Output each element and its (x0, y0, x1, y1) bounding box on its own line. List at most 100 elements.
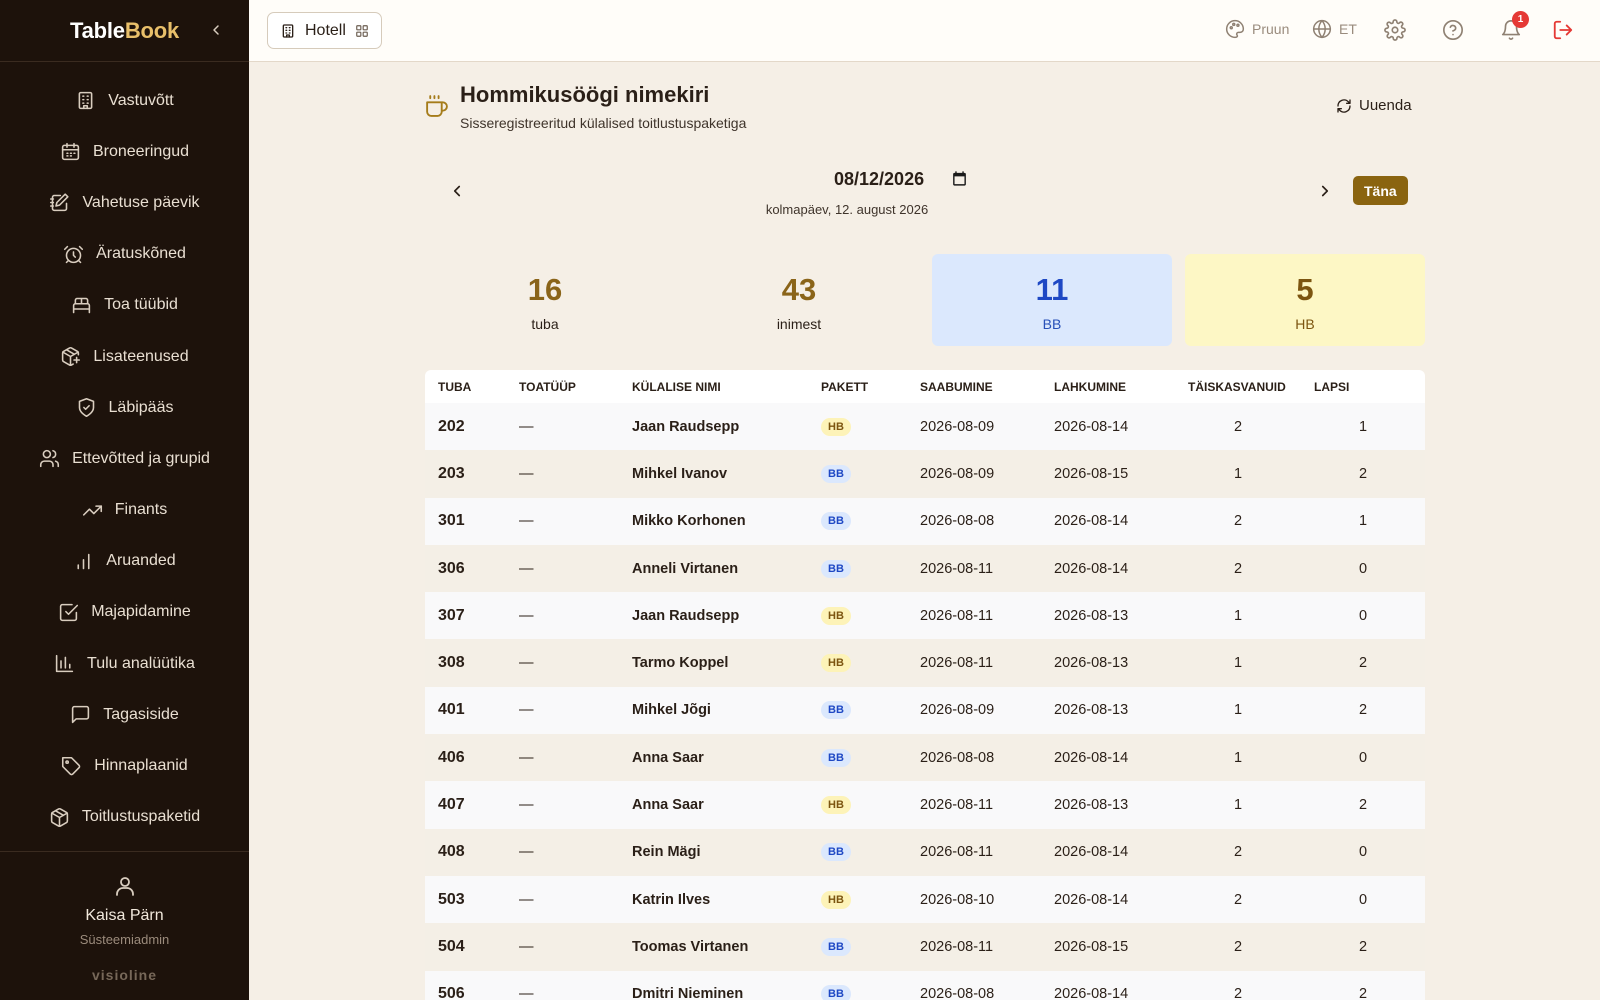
room-type: — (519, 655, 534, 672)
guest-name: Anna Saar (632, 749, 704, 766)
package-badge: BB (821, 701, 851, 720)
guest-name: Rein Mägi (632, 844, 701, 861)
children-count: 2 (1358, 465, 1368, 482)
room-type: — (519, 702, 534, 719)
adults-count: 1 (1233, 797, 1243, 814)
hotel-selector-button[interactable]: Hotell (267, 12, 382, 49)
sidebar-item-lisateenused[interactable]: Lisateenused (0, 331, 249, 382)
refresh-label: Uuenda (1359, 97, 1412, 114)
table-row[interactable]: 203 — Mihkel Ivanov BB 2026-08-09 2026-08-15 1… (425, 450, 1425, 498)
adults-count: 2 (1233, 986, 1243, 1000)
sidebar-item-broneeringud[interactable]: Broneeringud (0, 126, 249, 177)
sidebar-item-label: Hinnaplaanid (94, 757, 188, 775)
column-header-room-type[interactable]: Toatüüp (506, 370, 619, 403)
arrival-date: 2026-08-08 (920, 513, 995, 530)
room-number: 408 (438, 843, 465, 861)
table-row[interactable]: 308 — Tarmo Koppel HB 2026-08-11 2026-08-13 1 2 (425, 639, 1425, 687)
column-header-package[interactable]: Pakett (808, 370, 907, 403)
sidebar-item-label: Läbipääs (108, 398, 174, 416)
logout-button[interactable] (1552, 19, 1574, 41)
table-row[interactable]: 307 — Jaan Raudsepp HB 2026-08-11 2026-08-13 1… (425, 592, 1425, 640)
table-row[interactable]: 306 — Anneli Virtanen BB 2026-08-11 2026-08-1… (425, 544, 1425, 593)
brand-part2: Book (124, 18, 180, 43)
user-profile[interactable] (113, 874, 137, 903)
table-row[interactable]: 504 — Toomas Virtanen BB 2026-08-11 2026-08-1… (425, 923, 1425, 971)
room-number: 306 (438, 559, 465, 577)
room-type: — (519, 560, 534, 577)
sidebar-nav: Vastuvõtt Broneeringud Vahetuse päevik Ä… (0, 62, 249, 843)
bed-icon (72, 297, 91, 314)
help-button[interactable] (1442, 19, 1464, 41)
notification-badge: 1 (1512, 11, 1529, 28)
column-header-room[interactable]: Tuba (425, 370, 506, 403)
user-name: Kaisa Pärn (85, 907, 164, 924)
column-header-adults[interactable]: Täiskasvanuid (1175, 370, 1301, 403)
table-row[interactable]: 503 — Katrin Ilves HB 2026-08-10 2026-08-14 2 0 (425, 875, 1425, 924)
date-picker-button[interactable] (951, 170, 968, 192)
shield-check-icon (78, 398, 94, 418)
sidebar-item-label: Äratuskõned (96, 245, 186, 263)
table-row[interactable]: 202 — Jaan Raudsepp HB 2026-08-09 2026-08-14 2… (425, 403, 1425, 451)
previous-day-button[interactable] (448, 182, 468, 202)
brand-logo[interactable]: TableBook (70, 18, 179, 44)
language-selector[interactable]: ET (1312, 19, 1357, 39)
alarm-clock-icon (64, 245, 84, 263)
checkbox-icon (60, 603, 79, 622)
departure-date: 2026-08-14 (1054, 560, 1129, 577)
sidebar-item-ettevotted-ja-grupid[interactable]: Ettevõtted ja grupid (0, 433, 249, 484)
table-row[interactable]: 506 — Dmitri Nieminen BB 2026-08-08 2026-08-1… (425, 970, 1425, 1000)
date-input[interactable]: 08/12/2026 (834, 169, 924, 190)
stat-people: 43 inimest (679, 254, 919, 346)
sidebar-item-label: Tulu analüütika (87, 654, 195, 672)
chart-icon (55, 654, 74, 673)
refresh-button[interactable]: Uuenda (1336, 97, 1412, 114)
guest-name: Tarmo Koppel (632, 655, 729, 672)
sidebar-item-vastuvott[interactable]: Vastuvõtt (0, 75, 249, 126)
column-header-arrival[interactable]: Saabumine (907, 370, 1041, 403)
bar-chart-icon (77, 553, 90, 570)
room-number: 503 (438, 890, 465, 908)
sidebar-item-toa-tuubid[interactable]: Toa tüübid (0, 280, 249, 331)
guest-name: Anna Saar (632, 797, 704, 814)
table-row[interactable]: 401 — Mihkel Jõgi BB 2026-08-09 2026-08-13 1 2 (425, 686, 1425, 735)
sidebar-item-tulu-analuutika[interactable]: Tulu analüütika (0, 638, 249, 689)
arrival-date: 2026-08-09 (920, 418, 995, 435)
sidebar-item-label: Broneeringud (92, 142, 190, 160)
palette-icon (1225, 19, 1245, 39)
column-header-guest-name[interactable]: Külalise nimi (619, 370, 808, 403)
sidebar-item-finants[interactable]: Finants (0, 485, 249, 536)
notifications-button[interactable]: 1 (1500, 11, 1529, 41)
sidebar-item-vahetuse-paevik[interactable]: Vahetuse päevik (0, 177, 249, 228)
guest-name: Jaan Raudsepp (632, 607, 740, 624)
theme-selector[interactable]: Pruun (1225, 19, 1289, 39)
column-header-departure[interactable]: Lahkumine (1041, 370, 1175, 403)
arrival-date: 2026-08-11 (920, 607, 994, 624)
children-count: 0 (1358, 607, 1368, 624)
table-row[interactable]: 301 — Mikko Korhonen BB 2026-08-08 2026-08-14… (425, 497, 1425, 545)
table-row[interactable]: 408 — Rein Mägi BB 2026-08-11 2026-08-14 2 0 (425, 828, 1425, 876)
sidebar-item-labipaas[interactable]: Läbipääs (0, 382, 249, 433)
table-row[interactable]: 406 — Anna Saar BB 2026-08-08 2026-08-14 1 0 (425, 734, 1425, 782)
sidebar-item-majapidamine[interactable]: Majapidamine (0, 587, 249, 638)
notebook-edit-icon (50, 193, 70, 212)
collapse-sidebar-button[interactable] (205, 19, 227, 41)
adults-count: 1 (1233, 702, 1243, 719)
today-button[interactable]: Täna (1353, 176, 1408, 205)
table-row[interactable]: 407 — Anna Saar HB 2026-08-11 2026-08-13 1 2 (425, 781, 1425, 829)
column-header-children[interactable]: Lapsi (1301, 370, 1425, 403)
sidebar-item-aruanded[interactable]: Aruanded (0, 536, 249, 587)
trending-up-icon (82, 504, 102, 516)
settings-button[interactable] (1384, 19, 1406, 41)
children-count: 2 (1358, 986, 1368, 1000)
room-type: — (519, 844, 534, 861)
sidebar-item-aratuskoned[interactable]: Äratuskõned (0, 229, 249, 280)
breakfast-table: Tuba Toatüüp Külalise nimi Pakett Saabum… (425, 370, 1425, 1000)
next-day-button[interactable] (1316, 182, 1336, 202)
stat-label: HB (1295, 316, 1315, 332)
guest-name: Mihkel Ivanov (632, 465, 728, 482)
departure-date: 2026-08-13 (1054, 797, 1129, 814)
sidebar-item-toitlustuspaketid[interactable]: Toitlustuspaketid (0, 792, 249, 843)
theme-label: Pruun (1252, 21, 1290, 37)
sidebar-item-tagasiside[interactable]: Tagasiside (0, 689, 249, 740)
sidebar-item-hinnaplaanid[interactable]: Hinnaplaanid (0, 740, 249, 791)
